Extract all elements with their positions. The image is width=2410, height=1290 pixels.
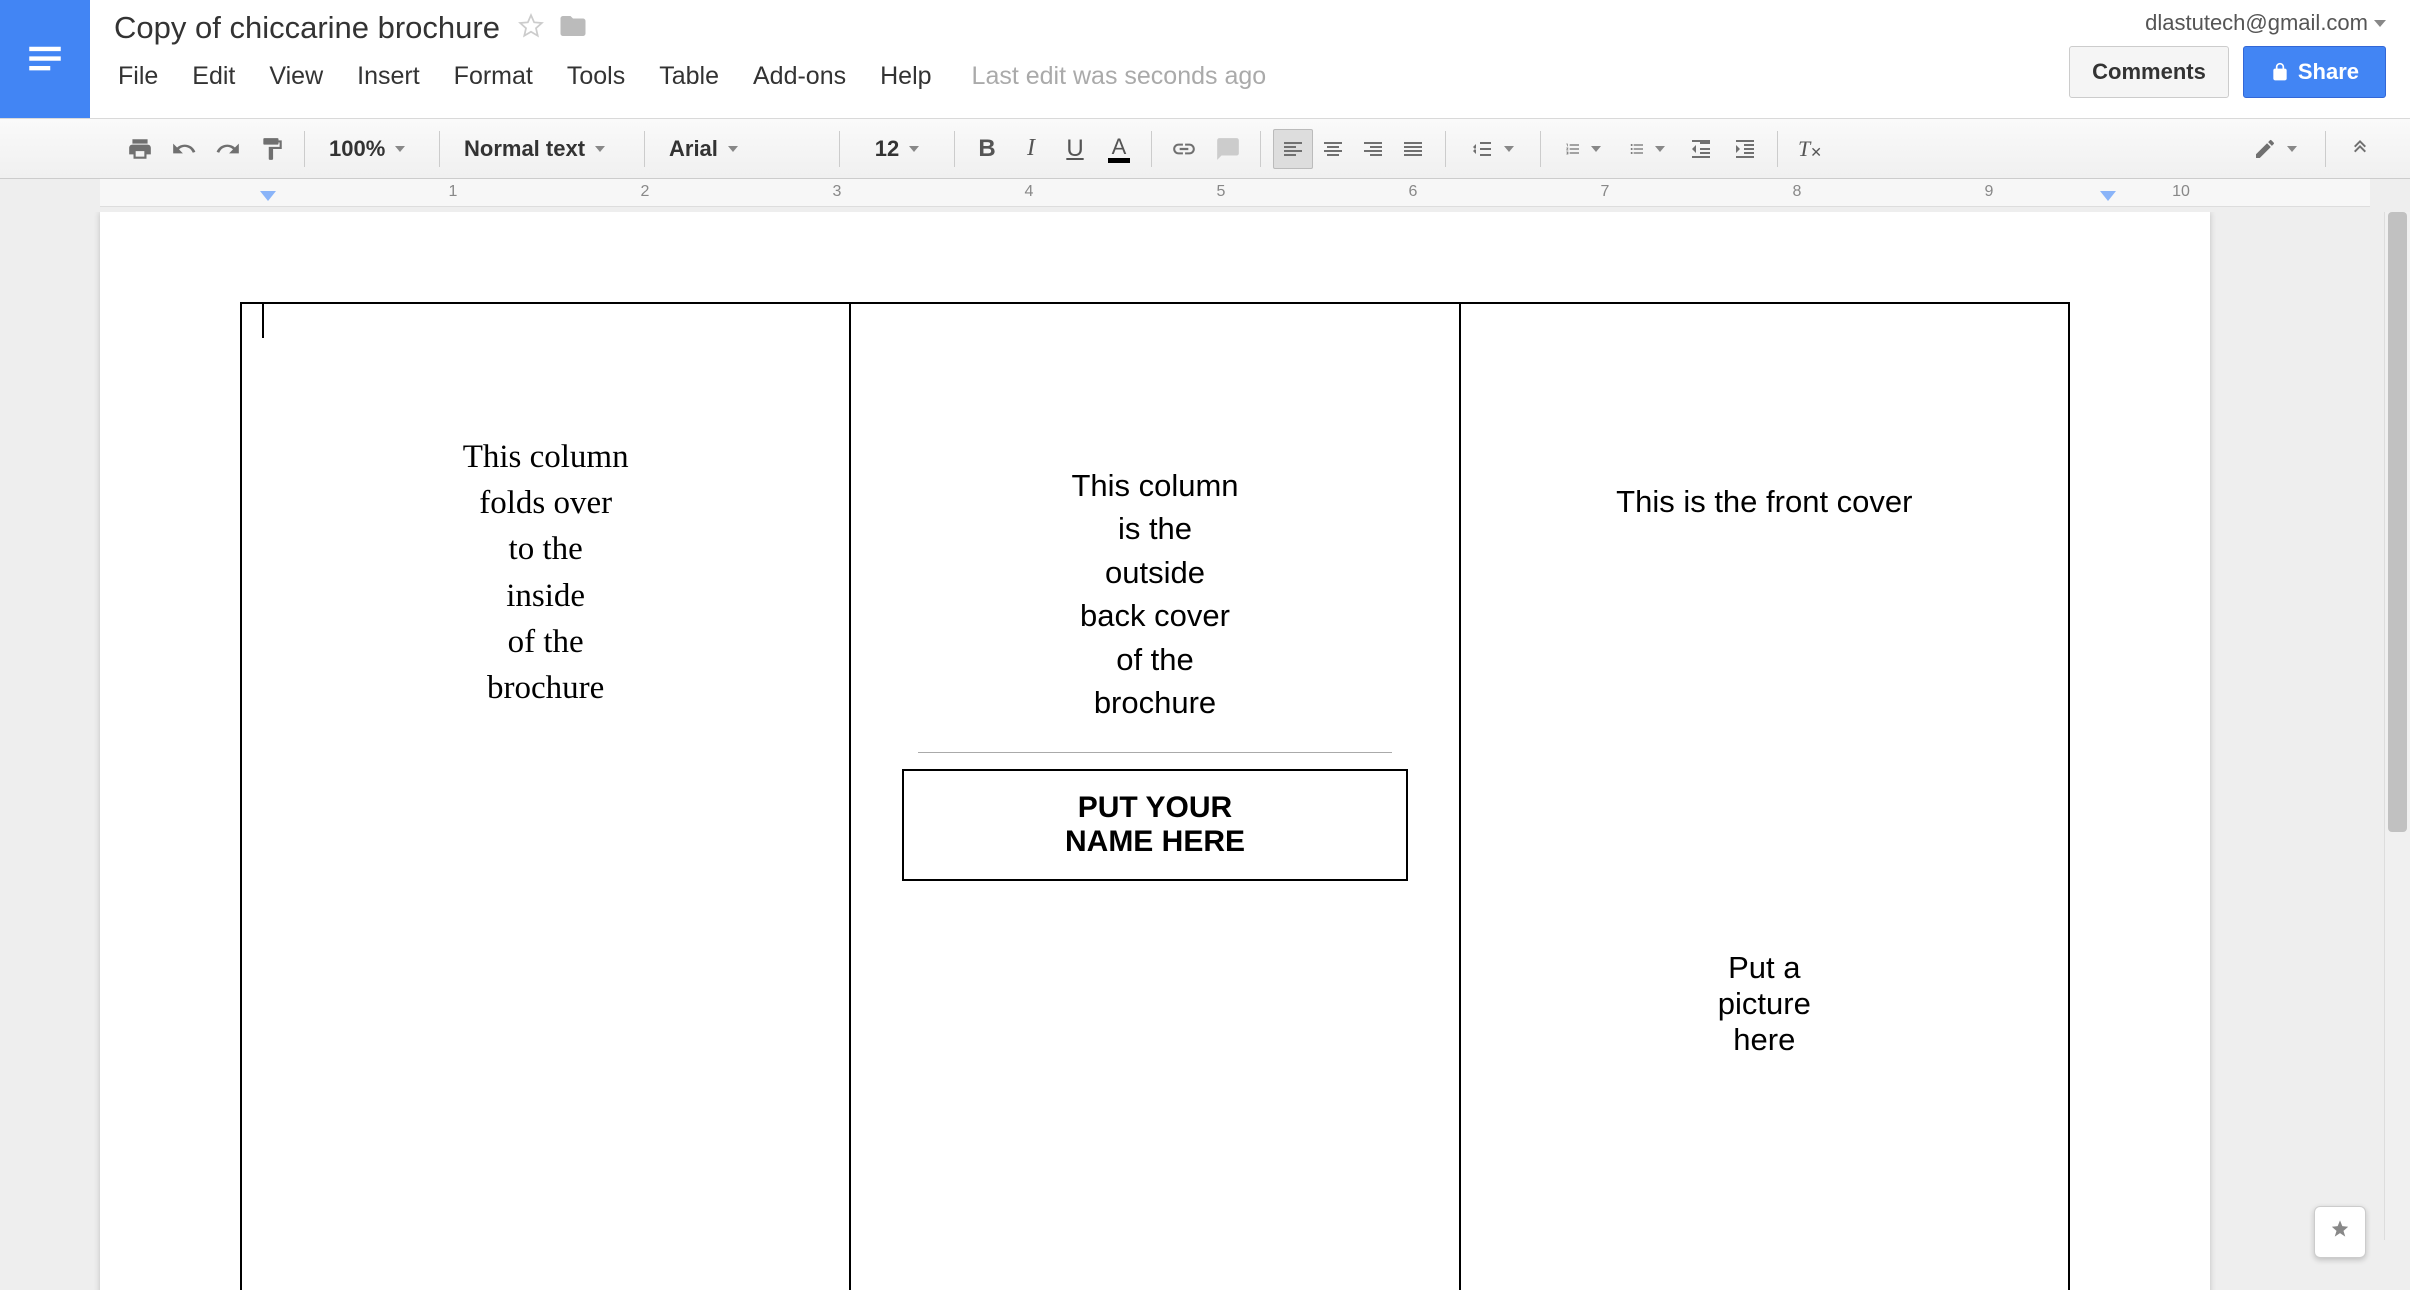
align-left-button[interactable] [1273, 129, 1313, 169]
caret-down-icon [909, 146, 919, 152]
brochure-table[interactable]: This column folds over to the inside of … [240, 302, 2070, 1290]
caret-down-icon [1504, 146, 1514, 152]
ruler-number: 4 [1025, 183, 1034, 201]
brochure-col-2[interactable]: This column is the outside back cover of… [851, 304, 1460, 1290]
decrease-indent-button[interactable] [1681, 129, 1721, 169]
bold-button[interactable]: B [967, 129, 1007, 169]
divider [918, 752, 1393, 753]
toolbar: 100% Normal text Arial 12 B I U A T✕ [0, 119, 2410, 179]
menu-tools[interactable]: Tools [563, 60, 629, 93]
folder-icon[interactable] [558, 11, 588, 46]
collapse-toolbar-button[interactable] [2340, 129, 2380, 169]
brochure-col-3[interactable]: This is the front cover Put a picture he… [1461, 304, 2068, 1290]
italic-button[interactable]: I [1011, 129, 1051, 169]
caret-down-icon [2374, 20, 2386, 27]
redo-button[interactable] [208, 129, 248, 169]
caret-down-icon [2287, 146, 2297, 152]
text-style-dropdown[interactable]: Normal text [452, 129, 632, 169]
undo-button[interactable] [164, 129, 204, 169]
ruler-number: 8 [1793, 183, 1802, 201]
brochure-col-1[interactable]: This column folds over to the inside of … [242, 304, 851, 1290]
ruler-number: 3 [833, 183, 842, 201]
right-margin-marker[interactable] [2100, 191, 2116, 201]
docs-header: Copy of chiccarine brochure File Edit Vi… [0, 0, 2410, 119]
name-box[interactable]: PUT YOUR NAME HERE [902, 769, 1408, 881]
comments-button[interactable]: Comments [2069, 46, 2229, 98]
caret-down-icon [395, 146, 405, 152]
underline-button[interactable]: U [1055, 129, 1095, 169]
font-size-dropdown[interactable]: 12 [852, 129, 942, 169]
docs-logo[interactable] [0, 0, 90, 118]
last-edit-text[interactable]: Last edit was seconds ago [972, 62, 1267, 91]
caret-down-icon [1591, 146, 1601, 152]
col1-text[interactable]: This column folds over to the inside of … [463, 434, 629, 711]
align-justify-button[interactable] [1393, 129, 1433, 169]
left-margin-marker[interactable] [260, 191, 276, 201]
menu-insert[interactable]: Insert [353, 60, 424, 93]
explore-button[interactable] [2314, 1206, 2366, 1258]
increase-indent-button[interactable] [1725, 129, 1765, 169]
col3-title[interactable]: This is the front cover [1616, 484, 1912, 520]
ruler-number: 6 [1409, 183, 1418, 201]
editing-mode-dropdown[interactable] [2241, 129, 2311, 169]
page[interactable]: This column folds over to the inside of … [100, 212, 2210, 1290]
line-spacing-dropdown[interactable] [1458, 129, 1528, 169]
style-value: Normal text [464, 136, 585, 162]
zoom-value: 100% [329, 136, 385, 162]
caret-down-icon [1655, 146, 1665, 152]
menu-help[interactable]: Help [876, 60, 935, 93]
size-value: 12 [875, 136, 899, 162]
align-right-button[interactable] [1353, 129, 1393, 169]
menu-addons[interactable]: Add-ons [749, 60, 850, 93]
doc-title[interactable]: Copy of chiccarine brochure [110, 8, 504, 48]
menu-edit[interactable]: Edit [188, 60, 239, 93]
ruler-number: 9 [1985, 183, 1994, 201]
star-icon[interactable] [518, 13, 544, 44]
col2-text[interactable]: This column is the outside back cover of… [1071, 464, 1238, 724]
font-dropdown[interactable]: Arial [657, 129, 827, 169]
numbered-list-dropdown[interactable] [1553, 129, 1613, 169]
ruler-number: 10 [2172, 183, 2190, 201]
share-label: Share [2298, 59, 2359, 85]
col3-picture-text[interactable]: Put a picture here [1718, 950, 1811, 1058]
scroll-thumb[interactable] [2388, 212, 2407, 832]
horizontal-ruler[interactable]: 1 2 3 4 5 6 7 8 9 10 [100, 179, 2370, 207]
caret-down-icon [595, 146, 605, 152]
align-center-button[interactable] [1313, 129, 1353, 169]
bulleted-list-dropdown[interactable] [1617, 129, 1677, 169]
menu-file[interactable]: File [114, 60, 162, 93]
document-canvas[interactable]: This column folds over to the inside of … [0, 212, 2410, 1290]
caret-down-icon [728, 146, 738, 152]
ruler-number: 1 [449, 183, 458, 201]
paint-format-button[interactable] [252, 129, 292, 169]
text-color-button[interactable]: A [1099, 129, 1139, 169]
share-button[interactable]: Share [2243, 46, 2386, 98]
ruler-number: 5 [1217, 183, 1226, 201]
account-email-text: dlastutech@gmail.com [2145, 10, 2368, 36]
menu-bar: File Edit View Insert Format Tools Table… [110, 48, 2025, 103]
menu-format[interactable]: Format [450, 60, 537, 93]
insert-link-button[interactable] [1164, 129, 1204, 169]
clear-formatting-button[interactable]: T✕ [1790, 129, 1830, 169]
account-menu[interactable]: dlastutech@gmail.com [2145, 10, 2386, 36]
zoom-dropdown[interactable]: 100% [317, 129, 427, 169]
print-button[interactable] [120, 129, 160, 169]
add-comment-button[interactable] [1208, 129, 1248, 169]
lock-icon [2270, 62, 2290, 82]
text-cursor [262, 302, 264, 338]
menu-view[interactable]: View [265, 60, 327, 93]
menu-table[interactable]: Table [655, 60, 723, 93]
explore-icon [2326, 1218, 2354, 1246]
ruler-number: 7 [1601, 183, 1610, 201]
ruler-number: 2 [641, 183, 650, 201]
vertical-scrollbar[interactable] [2384, 212, 2410, 1240]
font-value: Arial [669, 136, 718, 162]
